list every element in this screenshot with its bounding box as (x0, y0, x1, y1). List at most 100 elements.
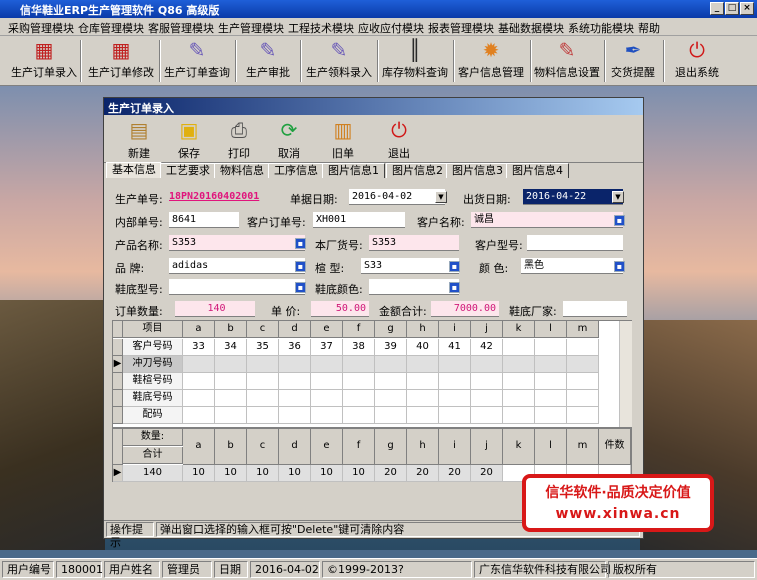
tab-operations[interactable]: 工序信息 (268, 163, 324, 178)
grid-cell[interactable] (439, 390, 471, 407)
menu-production[interactable]: 生产管理模块 (218, 20, 284, 36)
picker-icon[interactable]: ▪ (614, 215, 625, 226)
qty-field[interactable]: 140 (175, 301, 255, 317)
grid-cell[interactable] (247, 390, 279, 407)
picker-icon[interactable]: ▪ (449, 282, 460, 293)
grid-cell[interactable] (247, 373, 279, 390)
grid-cell[interactable] (247, 407, 279, 424)
cust-name-field[interactable]: 诚昌 (471, 212, 623, 228)
picker-icon[interactable]: ▪ (295, 238, 306, 249)
grid-cell[interactable] (279, 356, 311, 373)
minimize-button[interactable]: _ (710, 2, 724, 15)
grid-cell[interactable] (279, 373, 311, 390)
grid-cell[interactable] (503, 339, 535, 356)
maximize-button[interactable]: □ (725, 2, 739, 15)
grid-cell[interactable] (183, 356, 215, 373)
toolbar-order-entry[interactable]: ▦ 生产订单录入 (10, 38, 78, 84)
grid-cell[interactable] (439, 356, 471, 373)
grid-cell[interactable] (535, 373, 567, 390)
grid-cell[interactable] (215, 407, 247, 424)
print-button[interactable]: ⎙ 打印 (214, 117, 264, 161)
grid-cell[interactable] (343, 356, 375, 373)
grid-cell[interactable] (567, 356, 599, 373)
grid-scrollbar[interactable] (619, 321, 632, 427)
ship-date-field[interactable]: 2016-04-22 (523, 189, 623, 205)
doc-date-field[interactable]: 2016-04-02 (349, 189, 445, 205)
picker-icon[interactable]: ▪ (295, 282, 306, 293)
menu-purchase[interactable]: 采购管理模块 (8, 20, 74, 36)
toolbar-exit[interactable]: ⏻ 退出系统 (672, 38, 722, 84)
grid-cell[interactable] (535, 356, 567, 373)
sole-vendor-field[interactable] (563, 301, 627, 317)
qty-cell[interactable]: 10 (183, 465, 215, 482)
tab-image3[interactable]: 图片信息3 (446, 163, 509, 178)
grid-cell[interactable] (503, 356, 535, 373)
menu-system[interactable]: 系统功能模块 (568, 20, 634, 36)
ship-date-dropdown[interactable]: ▼ (612, 191, 624, 203)
grid-cell[interactable] (375, 407, 407, 424)
grid-cell[interactable] (567, 373, 599, 390)
grid-cell[interactable] (311, 356, 343, 373)
grid-cell[interactable] (343, 407, 375, 424)
grid-cell[interactable] (311, 407, 343, 424)
grid-cell[interactable] (183, 390, 215, 407)
grid-cell[interactable] (503, 407, 535, 424)
save-button[interactable]: ▣ 保存 (164, 117, 214, 161)
grid-cell[interactable]: 37 (311, 339, 343, 356)
qty-cell[interactable]: 10 (247, 465, 279, 482)
grid-cell[interactable] (311, 390, 343, 407)
grid-cell[interactable] (407, 373, 439, 390)
color-field[interactable]: 黑色 (521, 258, 623, 274)
grid-cell[interactable] (375, 373, 407, 390)
old-order-button[interactable]: ▥ 旧单 (318, 117, 368, 161)
menu-engineering[interactable]: 工程技术模块 (288, 20, 354, 36)
grid-cell[interactable] (215, 356, 247, 373)
grid-cell[interactable] (375, 356, 407, 373)
toolbar-customer-info[interactable]: ✹ 客户信息管理 (456, 38, 526, 84)
tab-process[interactable]: 工艺要求 (160, 163, 216, 178)
grid-cell[interactable] (503, 390, 535, 407)
grid-cell[interactable]: 40 (407, 339, 439, 356)
grid-cell[interactable] (535, 390, 567, 407)
grid-cell[interactable] (343, 390, 375, 407)
toolbar-delivery-reminder[interactable]: ✒ 交货提醒 (608, 38, 658, 84)
toolbar-order-edit[interactable]: ▦ 生产订单修改 (86, 38, 156, 84)
grid-cell[interactable] (535, 407, 567, 424)
internal-no-field[interactable]: 8641 (169, 212, 239, 228)
menu-service[interactable]: 客服管理模块 (148, 20, 214, 36)
sole-color-field[interactable] (369, 279, 459, 295)
tab-basic-info[interactable]: 基本信息 (106, 162, 162, 178)
tab-image4[interactable]: 图片信息4 (506, 163, 569, 178)
qty-cell[interactable]: 10 (279, 465, 311, 482)
grid-cell[interactable] (311, 373, 343, 390)
grid-cell[interactable] (567, 407, 599, 424)
price-field[interactable]: 50.00 (311, 301, 369, 317)
grid-cell[interactable] (375, 390, 407, 407)
tab-image1[interactable]: 图片信息1 (322, 163, 385, 178)
grid-cell[interactable] (247, 356, 279, 373)
grid-cell[interactable] (535, 339, 567, 356)
qty-cell[interactable]: 20 (471, 465, 503, 482)
grid-cell[interactable]: 41 (439, 339, 471, 356)
tab-material[interactable]: 物料信息 (214, 163, 270, 178)
grid-cell[interactable] (471, 407, 503, 424)
grid-cell[interactable] (215, 373, 247, 390)
grid-cell[interactable] (407, 407, 439, 424)
menu-help[interactable]: 帮助 (638, 20, 660, 36)
grid-cell[interactable] (407, 356, 439, 373)
grid-cell[interactable] (343, 373, 375, 390)
grid-cell[interactable] (439, 373, 471, 390)
grid-cell[interactable]: 42 (471, 339, 503, 356)
factory-no-field[interactable]: S353 (369, 235, 459, 251)
grid-cell[interactable] (407, 390, 439, 407)
close-button[interactable]: × (740, 2, 754, 15)
grid-cell[interactable] (471, 373, 503, 390)
grid-cell[interactable] (279, 390, 311, 407)
qty-cell[interactable]: 10 (343, 465, 375, 482)
qty-cell[interactable]: 10 (215, 465, 247, 482)
grid-cell[interactable]: 39 (375, 339, 407, 356)
grid-cell[interactable] (279, 407, 311, 424)
grid-cell[interactable]: 36 (279, 339, 311, 356)
picker-icon[interactable]: ▪ (295, 261, 306, 272)
picker-icon[interactable]: ▪ (614, 261, 625, 272)
